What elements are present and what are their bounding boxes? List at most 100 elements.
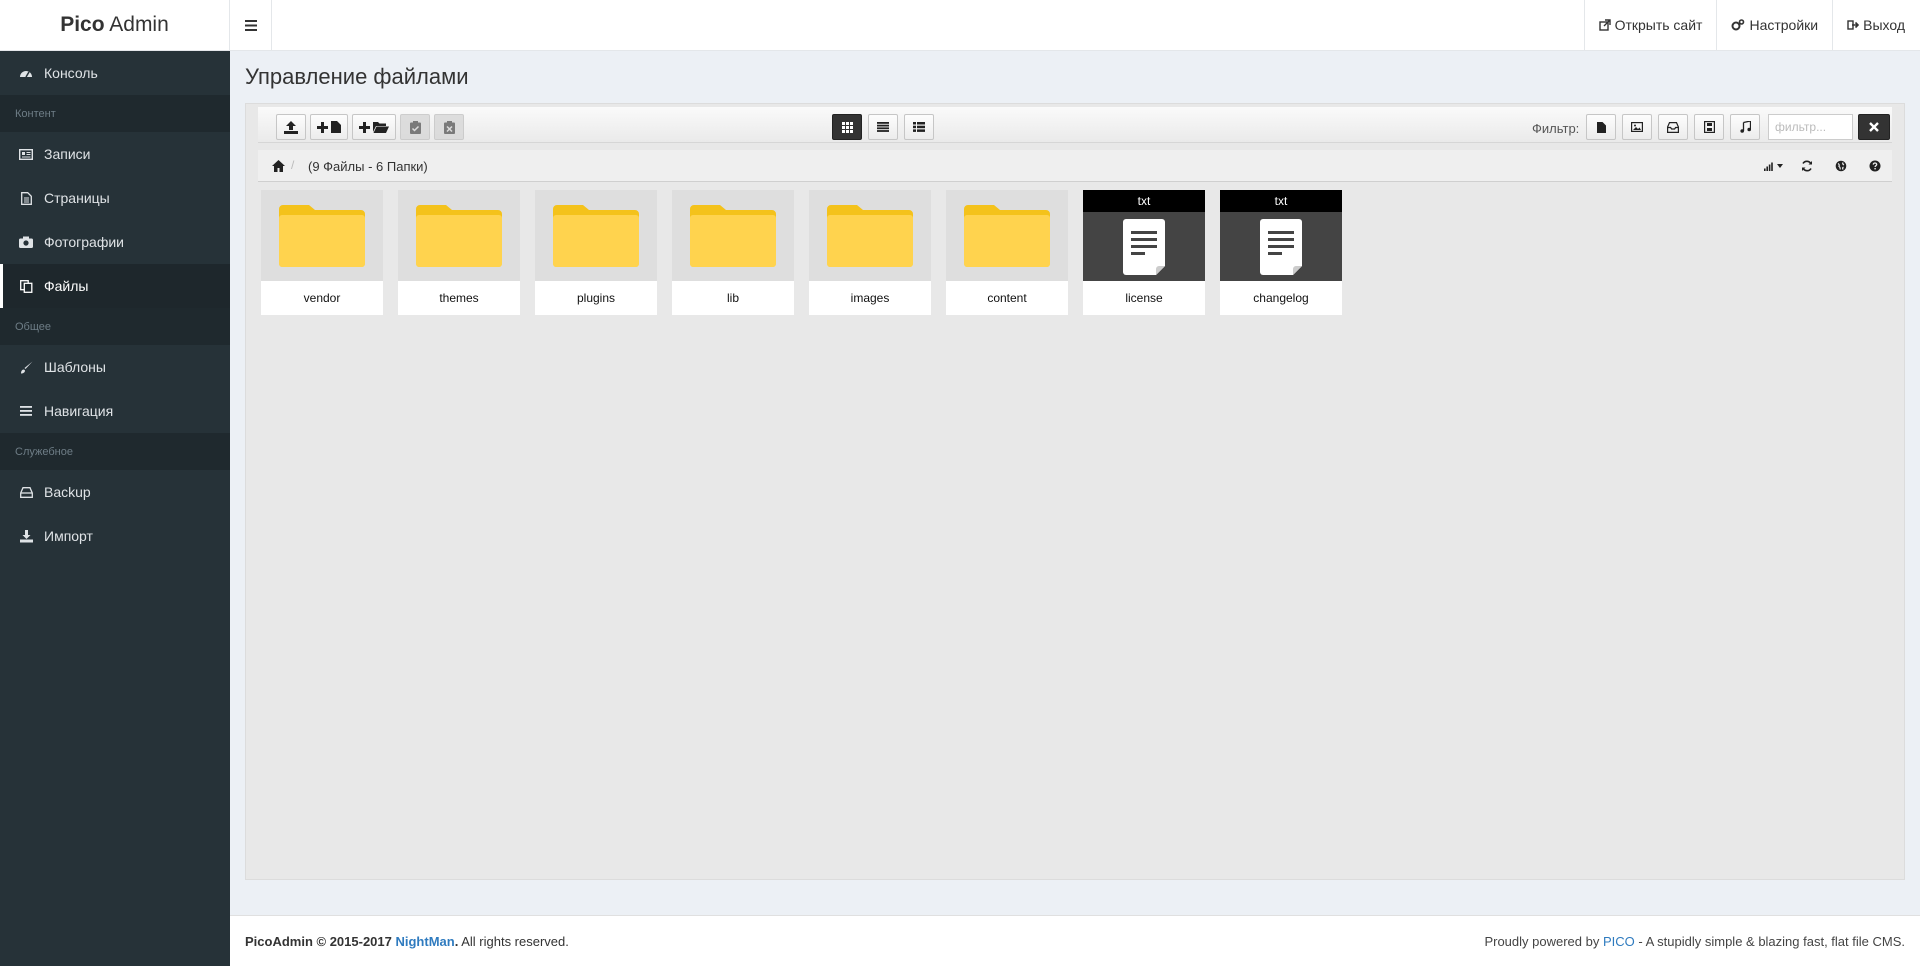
folder-item[interactable]: lib [672,190,794,315]
film-icon [1703,121,1715,133]
open-site-link[interactable]: Открыть сайт [1583,0,1717,50]
author-link[interactable]: NightMan [395,934,454,949]
external-link-icon [1598,19,1611,31]
filter-images-button[interactable] [1622,114,1652,140]
refresh-button[interactable] [1790,160,1824,172]
clipboard-check-icon [409,120,421,134]
sidebar-item-templates[interactable]: Шаблоны [0,345,230,389]
settings-link[interactable]: Настройки [1716,0,1832,50]
sidebar-item-backup[interactable]: Backup [0,470,230,514]
plus-icon [317,121,328,133]
sidebar-item-files[interactable]: Файлы [0,264,230,308]
sidebar-toggle-button[interactable] [230,0,272,50]
newspaper-icon [18,146,34,162]
sidebar-item-label: Записи [44,146,91,162]
folder-icon [416,204,502,267]
copyright-prefix: PicoAdmin © 2015-2017 [245,934,396,949]
clear-clipboard-button[interactable] [434,114,464,140]
new-file-button[interactable] [310,114,348,140]
sidebar-item-label: Фотографии [44,234,125,250]
folder-item[interactable]: plugins [535,190,657,315]
clear-filter-button[interactable] [1858,114,1890,140]
sidebar-item-photos[interactable]: Фотографии [0,220,230,264]
th-list-icon [913,122,925,132]
file-name: vendor [303,291,341,305]
logout-link[interactable]: Выход [1832,0,1920,50]
breadcrumb-separator: / [291,158,295,172]
file-item[interactable]: txt changelog [1220,190,1342,315]
sidebar-section-header: Общее [0,308,230,345]
filter-files-button[interactable] [1586,114,1616,140]
file-grid: vendor themes plugins lib images content… [261,190,1342,315]
copyright: PicoAdmin © 2015-2017 NightMan. All righ… [245,934,569,949]
download-icon [18,528,34,544]
pico-link[interactable]: PICO [1603,934,1635,949]
sidebar-item-posts[interactable]: Записи [0,132,230,176]
folder-item[interactable]: vendor [261,190,383,315]
home-icon[interactable] [272,159,285,175]
sign-out-icon [1847,20,1860,30]
folder-thumbnail [535,190,657,281]
folder-thumbnail [672,190,794,281]
file-extension-badge: txt [1083,190,1205,212]
sort-button[interactable] [1756,161,1790,171]
clipboard-x-icon [443,120,455,134]
camera-icon [18,234,34,250]
folder-thumbnail [946,190,1068,281]
filter-input[interactable] [1768,114,1853,140]
filter-video-button[interactable] [1694,114,1724,140]
sidebar-item-console[interactable]: Консоль [0,51,230,95]
folder-icon [279,204,365,267]
plus-icon [359,121,370,133]
powered-suffix: - A stupidly simple & blazing fast, flat… [1634,934,1905,949]
folder-icon [827,204,913,267]
paste-button[interactable] [400,114,430,140]
caret-down-icon [1776,164,1783,168]
sidebar-item-label: Backup [44,484,91,500]
folder-item[interactable]: images [809,190,931,315]
brand-logo[interactable]: Pico Admin [0,0,230,50]
file-thumbnail: txt [1083,190,1205,281]
grid-view-button[interactable] [832,114,862,140]
upload-button[interactable] [276,114,306,140]
sidebar-item-label: Страницы [44,190,110,206]
settings-label: Настройки [1749,17,1819,33]
powered-prefix: Proudly powered by [1484,934,1603,949]
inbox-icon [1667,121,1679,133]
hdd-icon [18,484,34,500]
file-name: license [1125,291,1163,305]
music-icon [1739,121,1751,133]
columns-view-button[interactable] [904,114,934,140]
folder-open-icon [373,122,389,133]
folder-icon [690,204,776,267]
sidebar-item-label: Импорт [44,528,93,544]
folder-item[interactable]: themes [398,190,520,315]
list-view-button[interactable] [868,114,898,140]
folder-thumbnail [809,190,931,281]
sidebar: Консоль Контент Записи Страницы Фотограф… [0,51,230,966]
language-button[interactable] [1824,160,1858,172]
sidebar-item-label: Шаблоны [44,359,106,375]
upload-icon [284,120,298,134]
top-navbar: Pico Admin Открыть сайт Настройки Выход [0,0,1920,51]
sidebar-item-navigation[interactable]: Навигация [0,389,230,433]
folder-icon [553,204,639,267]
file-name: themes [439,291,479,305]
hamburger-icon [244,19,257,31]
sidebar-item-label: Консоль [44,65,98,81]
file-item[interactable]: txt license [1083,190,1205,315]
logout-label: Выход [1863,17,1905,33]
sidebar-item-pages[interactable]: Страницы [0,176,230,220]
file-name: changelog [1253,291,1309,305]
footer: PicoAdmin © 2015-2017 NightMan. All righ… [230,915,1920,966]
filter-audio-button[interactable] [1730,114,1760,140]
folder-item[interactable]: content [946,190,1068,315]
help-button[interactable] [1858,160,1892,172]
sidebar-item-import[interactable]: Импорт [0,514,230,558]
page-title: Управление файлами [245,64,469,89]
question-icon [1869,160,1881,172]
powered-by: Proudly powered by PICO - A stupidly sim… [1484,934,1905,949]
new-folder-button[interactable] [352,114,396,140]
folder-thumbnail [398,190,520,281]
filter-archives-button[interactable] [1658,114,1688,140]
